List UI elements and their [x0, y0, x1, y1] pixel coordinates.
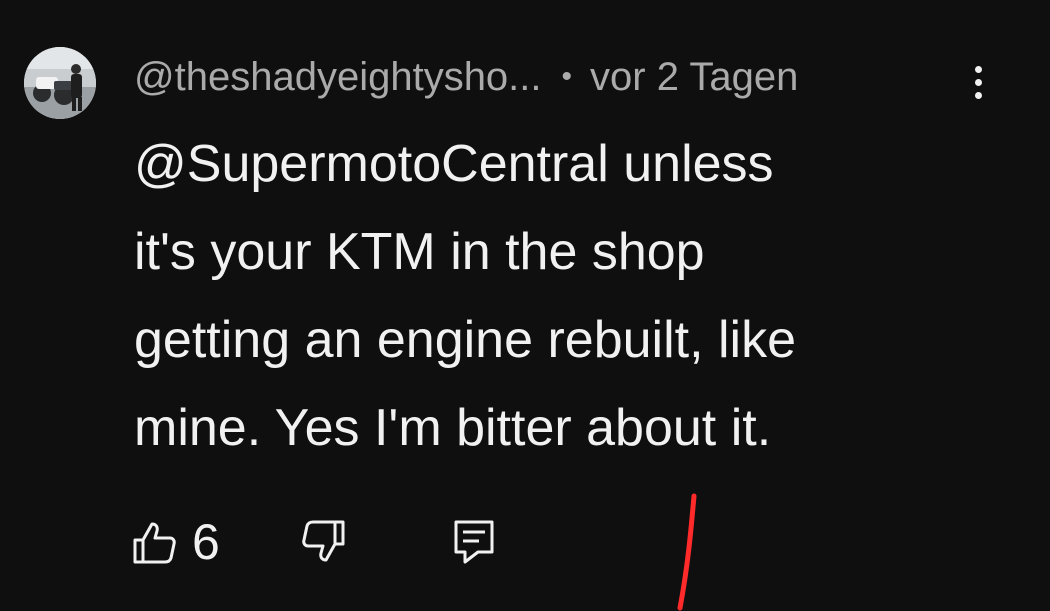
avatar-photo [24, 47, 96, 119]
more-vertical-icon [974, 65, 982, 73]
reply-button[interactable] [452, 518, 498, 566]
comment-author[interactable]: @theshadyeightysho... [134, 55, 542, 100]
avatar[interactable] [24, 47, 96, 119]
comment-actions: 6 [130, 512, 530, 572]
like-count: 6 [192, 514, 220, 570]
comment-meta: @theshadyeightysho... • vor 2 Tagen [134, 52, 798, 102]
thumb-up-icon [133, 522, 176, 564]
comment-reply-icon [454, 520, 494, 564]
comment-text: @SupermotoCentral unless it's your KTM i… [134, 135, 797, 457]
dislike-button[interactable] [300, 518, 348, 566]
thumb-down-icon [302, 520, 345, 562]
meta-separator: • [561, 60, 573, 93]
comment-timestamp[interactable]: vor 2 Tagen [590, 55, 798, 100]
more-options-button[interactable] [962, 60, 994, 104]
like-button[interactable] [130, 518, 178, 566]
red-pen-annotation [677, 493, 697, 611]
